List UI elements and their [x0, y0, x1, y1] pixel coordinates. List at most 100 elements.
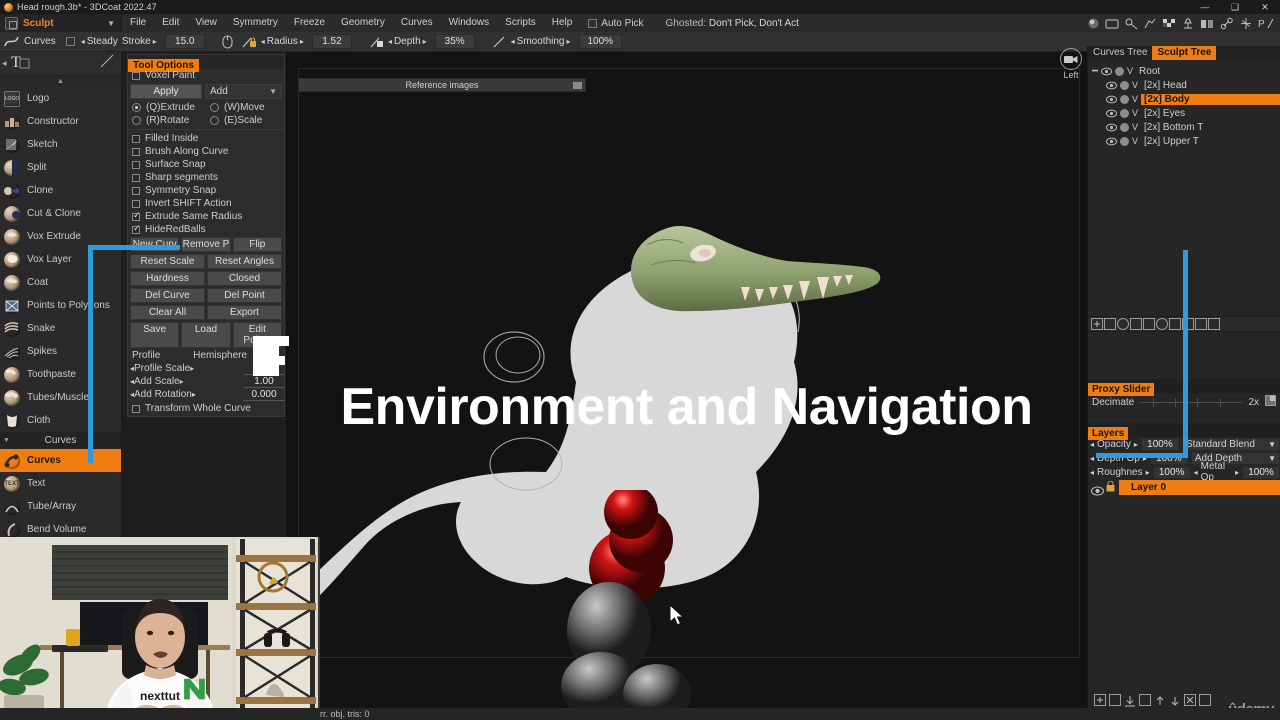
chevron-down-icon[interactable]: ▼	[269, 87, 277, 96]
checkbox-icon[interactable]	[132, 173, 140, 182]
menu-geometry[interactable]: Geometry	[333, 14, 393, 32]
depth-op-value[interactable]: 100%	[1149, 451, 1188, 465]
depth-control[interactable]: ◂ Depth ▸	[388, 36, 427, 47]
menu-symmetry[interactable]: Symmetry	[225, 14, 286, 32]
stroke-value[interactable]: 15.0	[164, 34, 205, 49]
brush-alpha-icon[interactable]	[1143, 17, 1157, 30]
left-arrow-icon[interactable]: ◂	[1194, 468, 1198, 477]
light-ball-icon[interactable]	[1087, 17, 1100, 30]
delete-layer-icon[interactable]	[1199, 694, 1211, 706]
duplicate-layer-icon[interactable]	[1139, 694, 1151, 706]
radio-extrude[interactable]: (Q)Extrude	[128, 101, 206, 114]
rail-item-toothpaste[interactable]: Toothpaste	[0, 363, 121, 386]
reference-images-bar[interactable]: Reference images	[298, 78, 586, 92]
maximize-button[interactable]: ❑	[1220, 0, 1250, 14]
rail-group-curves[interactable]: ▼ Curves	[0, 432, 121, 449]
steady-checkbox[interactable]	[65, 37, 75, 46]
opacity-value[interactable]: 100%	[1140, 437, 1179, 451]
roughness-value[interactable]: 100%	[1152, 465, 1191, 479]
opt-hide-red-balls[interactable]: HideRedBalls	[128, 223, 284, 236]
menu-windows[interactable]: Windows	[441, 14, 498, 32]
right-arrow-icon[interactable]: ▸	[1235, 468, 1239, 477]
materials-icon[interactable]	[1200, 17, 1215, 30]
chevron-down-icon[interactable]: ▼	[1268, 454, 1279, 463]
checkbox-icon[interactable]	[132, 71, 140, 80]
menu-curves[interactable]: Curves	[393, 14, 441, 32]
checkbox-icon[interactable]	[132, 210, 141, 221]
rail-item-snake[interactable]: Snake	[0, 317, 121, 340]
depth-pen-icon[interactable]	[366, 32, 388, 52]
blend-mode-combo[interactable]: Standard Blend ▼	[1181, 437, 1280, 451]
rail-item-clone[interactable]: Clone	[0, 179, 121, 202]
rail-item-curves[interactable]: Curves	[0, 449, 121, 472]
right-arrow-icon[interactable]: ▸	[423, 37, 427, 46]
export-volume-icon[interactable]	[1208, 318, 1220, 330]
eye-icon[interactable]	[1091, 483, 1104, 496]
chevron-down-icon[interactable]: ▼	[3, 437, 10, 444]
sphere-icon[interactable]	[1115, 66, 1125, 76]
rail-collapse-toggle[interactable]: ▲	[0, 76, 121, 87]
eye-icon[interactable]	[1101, 67, 1113, 76]
checkbox-icon[interactable]	[132, 134, 140, 143]
tree-node-eyes[interactable]: V [2x] Eyes	[1088, 106, 1280, 120]
rail-item-constructor[interactable]: Constructor	[0, 110, 121, 133]
checkbox-icon[interactable]	[132, 186, 140, 195]
close-button[interactable]: ✕	[1250, 0, 1280, 14]
radio-icon[interactable]	[210, 103, 219, 112]
depth-value[interactable]: 35%	[434, 34, 475, 49]
clear-all-button[interactable]: Clear All	[130, 305, 205, 320]
add-layer-icon[interactable]	[1094, 694, 1106, 706]
add-rotation-slider[interactable]: ◂ Add Rotation ▸ 0.000	[128, 388, 284, 401]
steady-stroke-control[interactable]: ◂ Steady Stroke ▸	[81, 36, 157, 47]
chevron-down-icon[interactable]: ▼	[107, 19, 119, 28]
tree-node-upper-t[interactable]: V [2x] Upper T	[1088, 134, 1280, 148]
right-arrow-icon[interactable]: ▸	[192, 390, 196, 399]
left-arrow-icon[interactable]: ◂	[1090, 454, 1094, 463]
sphere-icon[interactable]	[1120, 136, 1129, 146]
reset-angles-button[interactable]: Reset Angles	[207, 254, 282, 269]
sphere-icon[interactable]	[1120, 122, 1129, 132]
transform-whole-curve-row[interactable]: Transform Whole Curve	[128, 401, 284, 416]
eye-icon[interactable]	[1106, 95, 1117, 104]
prev-arrow-icon[interactable]: ◂	[2, 58, 7, 69]
add-volume-icon[interactable]	[1091, 318, 1103, 330]
lock-radius-icon[interactable]	[239, 32, 261, 52]
right-arrow-icon[interactable]: ▸	[153, 37, 157, 46]
eye-icon[interactable]	[1106, 123, 1117, 132]
rail-item-tubes-muscle[interactable]: Tubes/Muscle	[0, 386, 121, 409]
left-arrow-icon[interactable]: ◂	[1090, 440, 1094, 449]
slider-value[interactable]: 0.000	[244, 389, 284, 401]
left-arrow-icon[interactable]: ◂	[1090, 468, 1094, 477]
right-arrow-icon[interactable]: ▸	[300, 37, 304, 46]
minimize-button[interactable]: —	[1190, 0, 1220, 14]
export-button[interactable]: Export	[207, 305, 282, 320]
duplicate-volume-icon[interactable]	[1104, 318, 1116, 330]
grid-icon[interactable]	[1169, 318, 1181, 330]
rail-item-text[interactable]: TEXT Text	[0, 472, 121, 495]
opt-brush-along-curve[interactable]: Brush Along Curve	[128, 145, 284, 158]
opt-filled-inside[interactable]: Filled Inside	[128, 132, 284, 145]
sphere-icon[interactable]	[1120, 80, 1129, 90]
primitives-icon[interactable]	[1182, 318, 1194, 330]
auto-pick-toggle[interactable]: Auto Pick	[588, 18, 644, 29]
tree-node-bottom-t[interactable]: V [2x] Bottom T	[1088, 120, 1280, 134]
eye-icon[interactable]	[1106, 137, 1117, 146]
smoothing-value[interactable]: 100%	[578, 34, 623, 49]
tab-curves-tree[interactable]: Curves Tree	[1088, 46, 1152, 60]
save-button[interactable]: Save	[130, 322, 180, 348]
radio-move[interactable]: (W)Move	[206, 101, 284, 114]
rail-item-split[interactable]: Split	[0, 156, 121, 179]
add-layer-icon[interactable]	[1143, 318, 1155, 330]
camera-icon[interactable]	[1060, 48, 1082, 70]
rail-item-vox-layer[interactable]: Vox Layer	[0, 248, 121, 271]
eye-icon[interactable]	[1106, 109, 1117, 118]
blend-mode-combo[interactable]: Add ▼	[205, 84, 282, 99]
delete-volume-icon[interactable]	[1195, 318, 1207, 330]
lock-icon[interactable]	[1106, 479, 1115, 497]
reset-scale-button[interactable]: Reset Scale	[130, 254, 205, 269]
rail-item-cloth[interactable]: Cloth	[0, 409, 121, 432]
new-curve-button[interactable]: New Curv	[130, 237, 180, 252]
camera-view-gizmo[interactable]: Left	[1057, 48, 1085, 80]
rail-item-spikes[interactable]: Spikes	[0, 340, 121, 363]
lamp-icon[interactable]	[1181, 17, 1195, 30]
